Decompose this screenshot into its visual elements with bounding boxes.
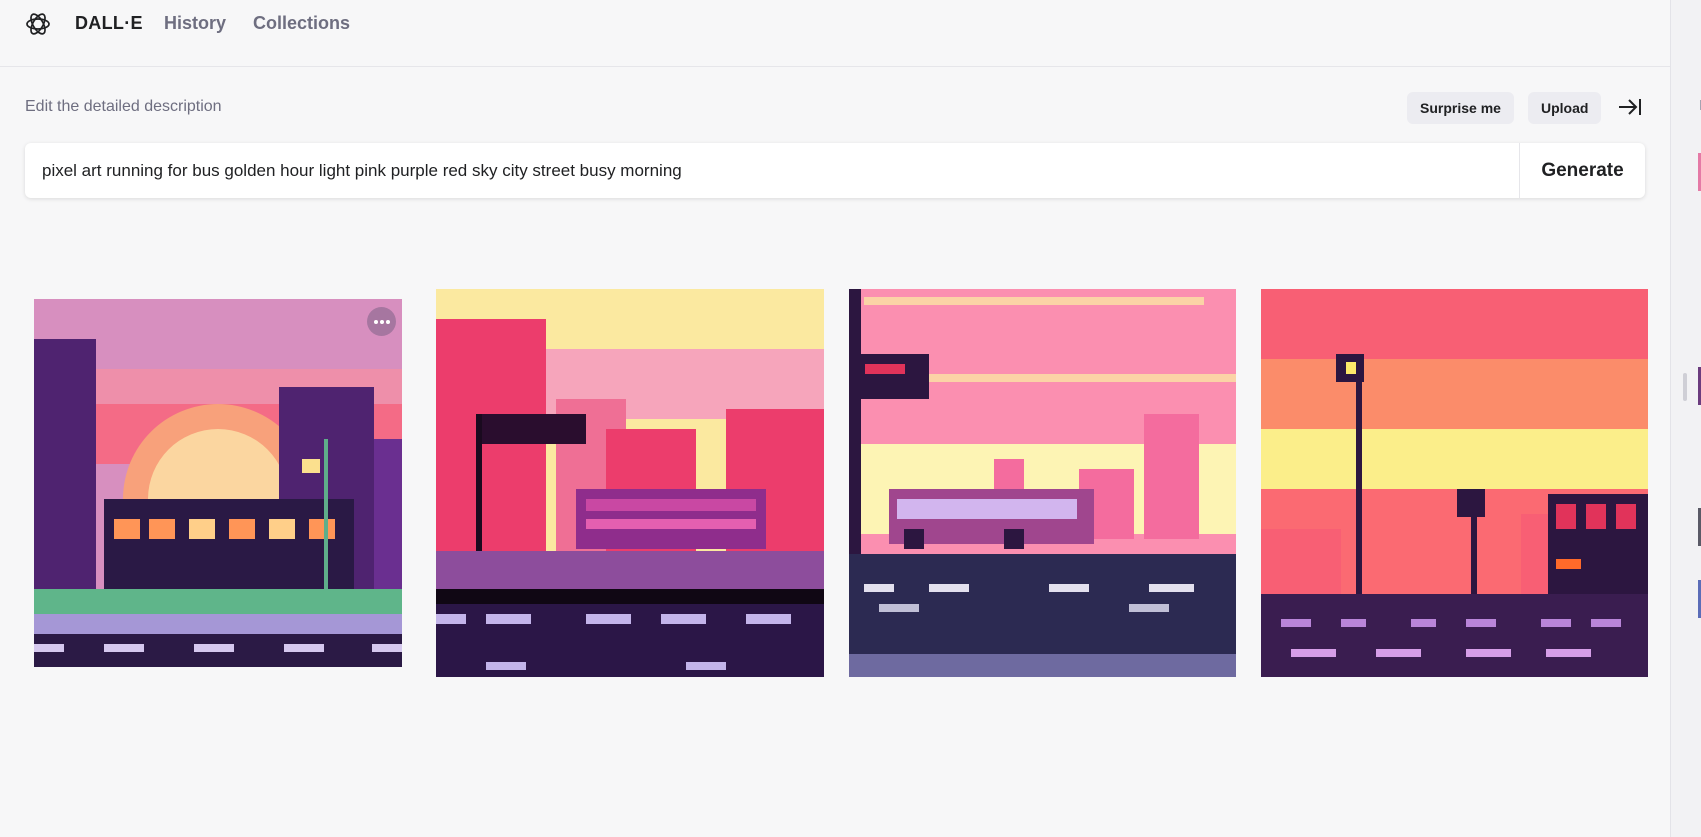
collapse-right-icon[interactable] xyxy=(1617,96,1643,118)
pixel-art-image xyxy=(1261,289,1648,677)
nav-collections[interactable]: Collections xyxy=(253,13,350,34)
scrollbar[interactable] xyxy=(1683,373,1687,401)
nav-history[interactable]: History xyxy=(164,13,226,34)
result-image-2[interactable] xyxy=(436,289,824,677)
upload-button[interactable]: Upload xyxy=(1528,92,1602,124)
brand-title[interactable]: DALL·E xyxy=(75,13,143,34)
more-options-icon[interactable] xyxy=(367,307,396,336)
prompt-input[interactable]: pixel art running for bus golden hour li… xyxy=(42,143,682,198)
surprise-me-button[interactable]: Surprise me xyxy=(1407,92,1514,124)
result-image-3[interactable] xyxy=(849,289,1236,677)
generate-button[interactable]: Generate xyxy=(1519,143,1645,198)
top-bar: DALL·E History Collections xyxy=(0,0,1701,67)
result-image-1[interactable] xyxy=(34,299,402,667)
openai-logo-icon[interactable] xyxy=(24,10,52,38)
result-image-4[interactable] xyxy=(1261,289,1648,677)
pixel-art-image xyxy=(436,289,824,677)
description-label: Edit the detailed description xyxy=(25,98,222,115)
prompt-box: pixel art running for bus golden hour li… xyxy=(25,143,1645,198)
pixel-art-image xyxy=(34,299,402,667)
history-sidebar: P xyxy=(1670,0,1701,837)
pixel-art-image xyxy=(849,289,1236,677)
